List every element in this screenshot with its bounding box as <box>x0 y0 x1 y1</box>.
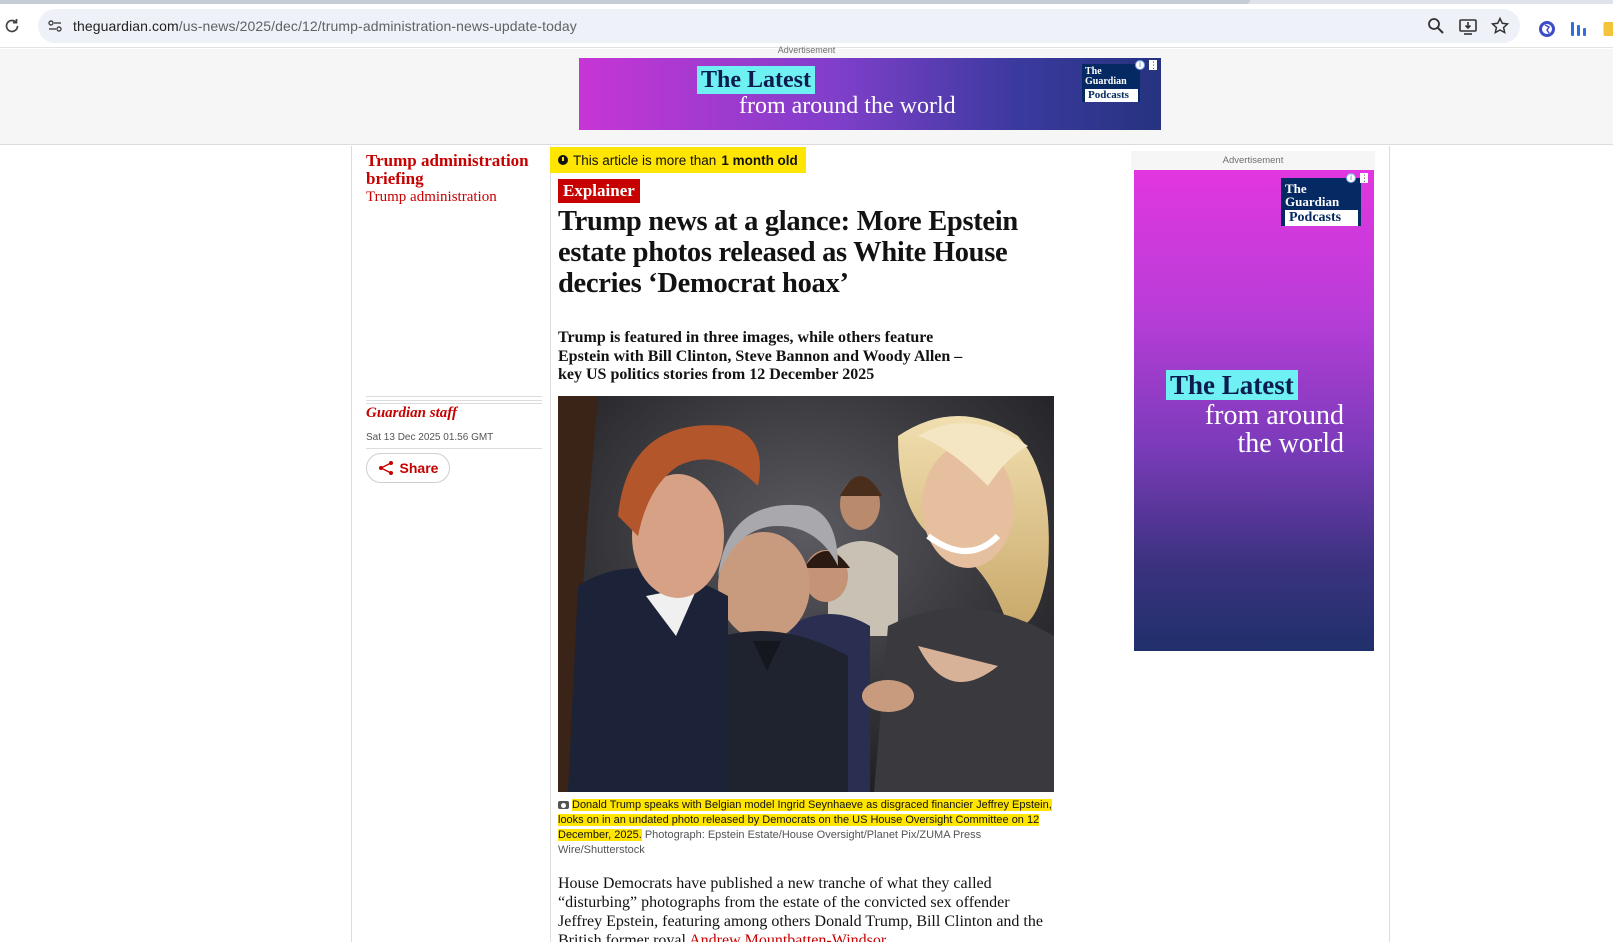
zoom-icon[interactable] <box>1426 16 1446 36</box>
body-link[interactable]: Andrew Mountbatten-Windsor <box>689 932 887 942</box>
explainer-label: Explainer <box>558 179 640 203</box>
address-bar[interactable]: theguardian.com/us-news/2025/dec/12/trum… <box>38 9 1520 43</box>
meta-divider <box>366 396 542 404</box>
bookmark-star-icon[interactable] <box>1490 16 1510 36</box>
series-link[interactable]: Trump administration briefing <box>366 152 546 188</box>
publish-date[interactable]: Sat 13 Dec 2025 01.56 GMT <box>366 432 493 443</box>
url-host: theguardian.com <box>73 18 179 34</box>
browser-toolbar: theguardian.com/us-news/2025/dec/12/trum… <box>0 4 1613 48</box>
content-border-left <box>351 146 352 942</box>
article-main-photo[interactable] <box>558 396 1054 792</box>
top-ad-slot: Advertisement The Latest from around the… <box>0 45 1613 145</box>
extension-bars-icon[interactable] <box>1568 19 1588 39</box>
ad-headline: The Latest <box>697 66 815 94</box>
extension-more-icon[interactable] <box>1600 19 1613 39</box>
url-text[interactable]: theguardian.com/us-news/2025/dec/12/trum… <box>73 18 577 34</box>
reload-icon[interactable] <box>2 16 22 36</box>
ad-menu-icon-side[interactable]: ⋮ <box>1360 173 1369 183</box>
article-body-paragraph: House Democrats have published a new tra… <box>558 874 1054 942</box>
adchoices-icon-side[interactable]: i <box>1346 173 1356 183</box>
meta-divider-bottom <box>366 448 542 449</box>
column-divider <box>550 146 551 942</box>
ad-subline: from around the world <box>739 93 956 119</box>
guardian-podcasts-logo: The Guardian Podcasts <box>1082 64 1140 102</box>
adchoices-icon[interactable]: i <box>1135 60 1145 70</box>
section-link[interactable]: Trump administration <box>366 189 497 206</box>
ad-menu-icon[interactable]: ⋮ <box>1149 60 1158 70</box>
byline[interactable]: Guardian staff <box>366 405 457 422</box>
share-label: Share <box>399 460 439 476</box>
age-warning-value: 1 month old <box>721 152 798 168</box>
side-ad-subline: from around the world <box>1204 400 1344 459</box>
age-warning-prefix: This article is more than <box>573 152 717 168</box>
extension-globe-icon[interactable] <box>1537 19 1557 39</box>
guardian-podcasts-logo-side: The Guardian Podcasts <box>1281 178 1361 226</box>
article-headline: Trump news at a glance: More Epstein est… <box>558 206 1018 299</box>
side-ad-headline: The Latest <box>1166 370 1298 400</box>
podcast-banner-ad[interactable]: The Latest from around the world The Gua… <box>579 58 1161 130</box>
share-button[interactable]: Share <box>366 453 450 483</box>
clock-icon <box>558 155 568 165</box>
ad-label: Advertisement <box>777 45 836 55</box>
photo-caption: Donald Trump speaks with Belgian model I… <box>558 798 1054 858</box>
photo-illustration <box>558 396 1054 792</box>
side-ad-label: Advertisement <box>1131 151 1375 170</box>
article-age-warning: This article is more than 1 month old <box>550 147 806 173</box>
share-icon <box>378 461 393 475</box>
url-path: /us-news/2025/dec/12/trump-administratio… <box>178 18 577 34</box>
install-app-icon[interactable] <box>1458 16 1478 36</box>
side-podcast-ad[interactable]: The Guardian Podcasts i ⋮ The Latest fro… <box>1134 170 1374 651</box>
camera-icon <box>558 801 569 810</box>
site-info-icon[interactable] <box>46 17 64 35</box>
content-border-right <box>1389 146 1390 942</box>
article-standfirst: Trump is featured in three images, while… <box>558 329 963 383</box>
